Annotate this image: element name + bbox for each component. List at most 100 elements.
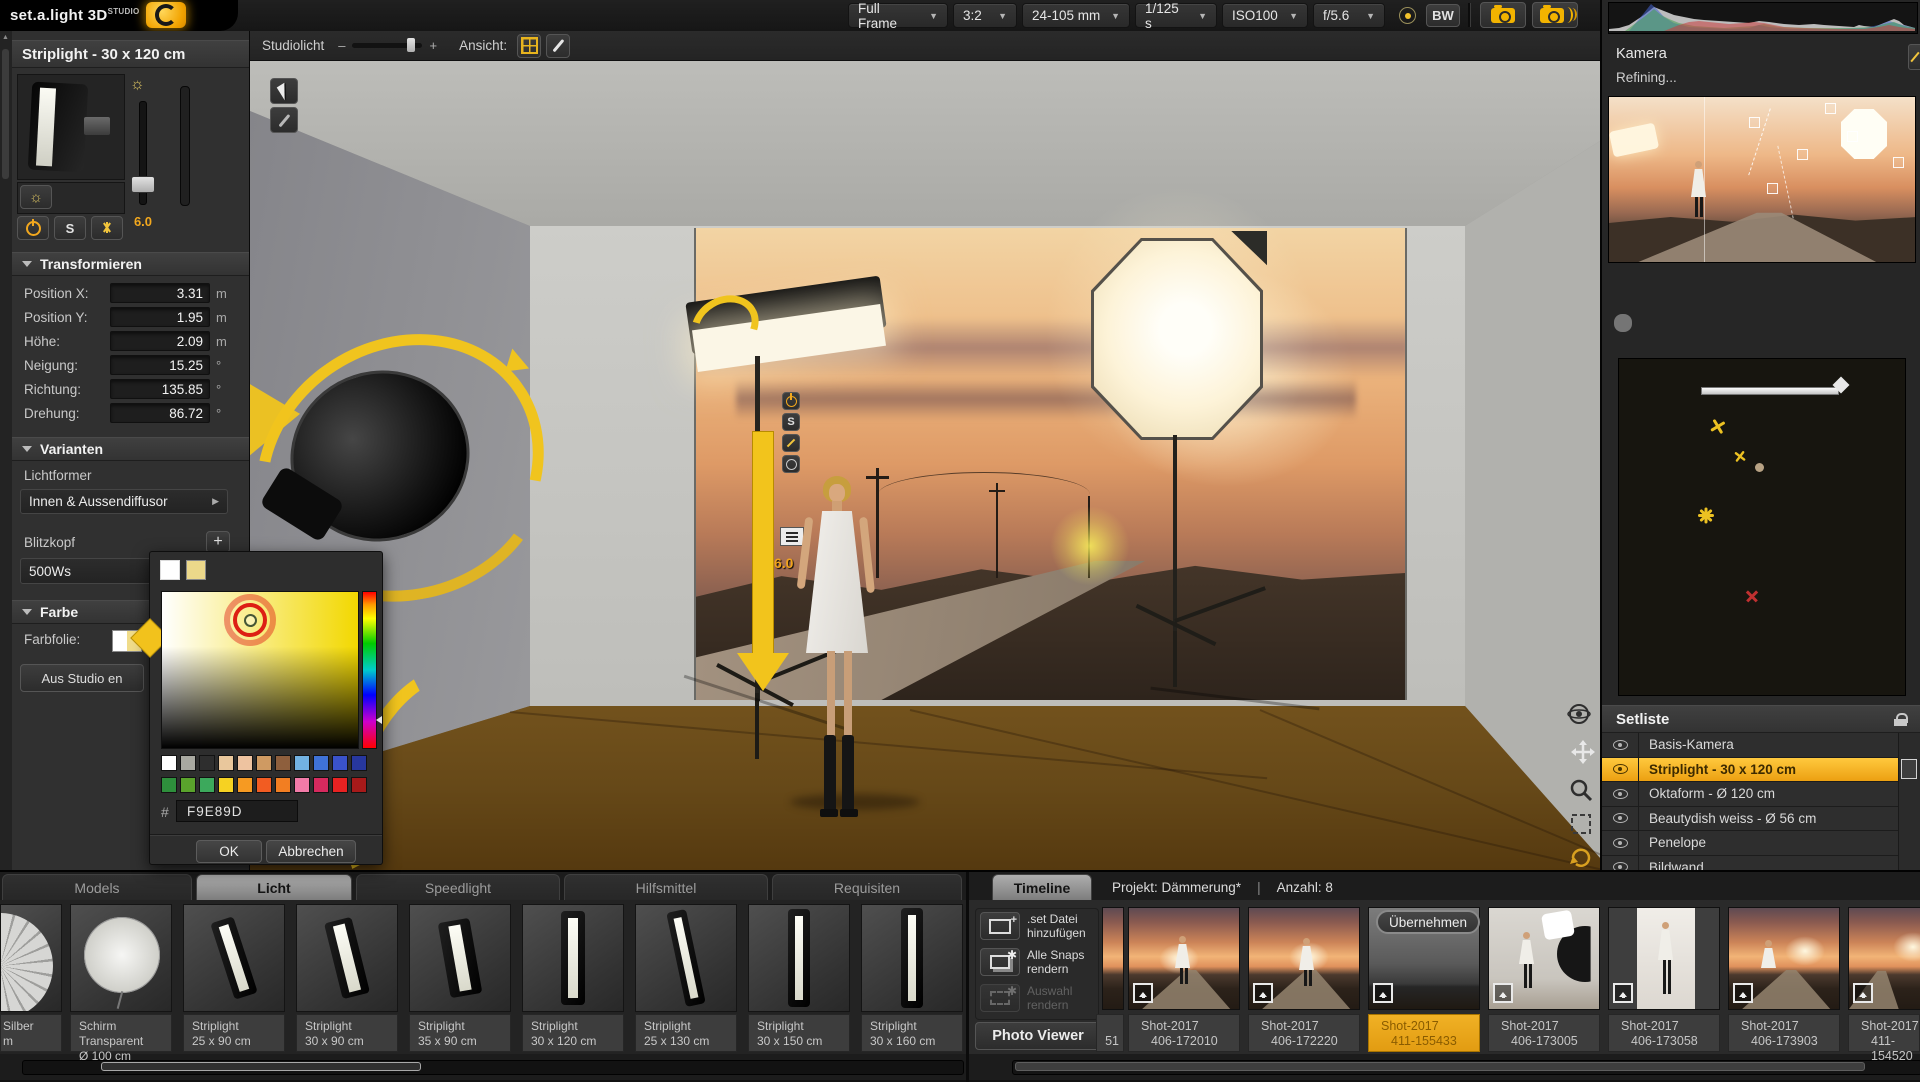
color-swatch[interactable] (218, 777, 234, 793)
pan-hand-icon[interactable] (1614, 314, 1632, 332)
light-item-thumb[interactable] (296, 904, 398, 1012)
setliste-item-penelope[interactable]: Penelope (1602, 831, 1898, 856)
neigung-field[interactable]: 15.25 (110, 355, 210, 375)
hex-input[interactable]: F9E89D (176, 800, 298, 822)
studiolicht-slider[interactable] (351, 38, 422, 52)
export-icon[interactable] (1493, 983, 1513, 1003)
color-swatch[interactable] (180, 755, 196, 771)
new-color-swatch[interactable] (186, 560, 206, 580)
tab-licht[interactable]: Licht (196, 874, 352, 900)
color-swatch[interactable] (237, 755, 253, 771)
light-menu-chip[interactable] (780, 527, 804, 546)
export-icon[interactable] (1733, 983, 1753, 1003)
color-swatch[interactable] (351, 755, 367, 771)
scrollbar-thumb[interactable] (2, 49, 9, 179)
shot-thumb[interactable] (1848, 907, 1920, 1010)
color-swatch[interactable] (275, 777, 291, 793)
visibility-toggle[interactable] (1602, 757, 1639, 781)
secondary-slider-track[interactable] (180, 86, 190, 206)
hue-marker[interactable] (376, 716, 382, 724)
export-icon[interactable] (1133, 983, 1153, 1003)
shot-thumb[interactable] (1488, 907, 1600, 1010)
plan-model-dot[interactable] (1755, 463, 1764, 472)
octabox-light[interactable] (1094, 241, 1260, 437)
sensor-format-dropdown[interactable]: Full Frame ▼ (848, 1, 948, 31)
plan-light-icon[interactable] (1707, 415, 1729, 437)
export-icon[interactable] (1253, 983, 1273, 1003)
tab-speedlight[interactable]: Speedlight (356, 874, 560, 900)
bw-toggle-button[interactable]: BW (1426, 4, 1460, 27)
color-swatch[interactable] (313, 777, 329, 793)
shot-thumb[interactable] (1608, 907, 1720, 1010)
export-icon[interactable] (1853, 983, 1873, 1003)
section-transformieren[interactable]: Transformieren (12, 252, 249, 276)
shot-thumb[interactable] (1128, 907, 1240, 1010)
plan-light-icon[interactable] (1697, 506, 1715, 524)
stand-button[interactable] (91, 216, 123, 240)
color-swatch[interactable] (218, 755, 234, 771)
setliste-item-striplight[interactable]: Striplight - 30 x 120 cm (1602, 757, 1898, 782)
edit-camera-button[interactable] (1908, 44, 1920, 70)
studio-3d-viewport[interactable]: S 6.0 (250, 61, 1600, 870)
visibility-toggle[interactable] (1602, 782, 1639, 806)
light-power-button[interactable] (17, 216, 49, 240)
light-item-thumb[interactable] (70, 904, 172, 1012)
light-power-chip[interactable] (782, 392, 800, 410)
remove-from-studio-button[interactable]: Aus Studio en (20, 664, 144, 692)
shot-thumb[interactable] (1248, 907, 1360, 1010)
color-swatch[interactable] (332, 755, 348, 771)
tab-timeline[interactable]: Timeline (992, 874, 1092, 900)
orbit-view-button[interactable] (1566, 701, 1592, 727)
scroll-up-icon[interactable]: ▲ (2, 34, 9, 41)
color-swatch[interactable] (237, 777, 253, 793)
richtung-field[interactable]: 135.85 (110, 379, 210, 399)
light-item-thumb[interactable] (522, 904, 624, 1012)
selection-handle[interactable] (1749, 117, 1760, 128)
add-flash-head-button[interactable]: + (206, 531, 230, 553)
light-item-thumb[interactable] (748, 904, 850, 1012)
tab-hilfsmittel[interactable]: Hilfsmittel (564, 874, 768, 900)
setliste-item-bildwand[interactable]: Bildwand (1602, 855, 1898, 870)
draw-view-button[interactable] (546, 33, 571, 58)
slider-handle[interactable] (406, 38, 415, 52)
shot-thumb[interactable] (1728, 907, 1840, 1010)
camera-preview[interactable] (1608, 96, 1916, 263)
light-item-thumb[interactable] (409, 904, 511, 1012)
plan-light-icon[interactable] (1732, 448, 1748, 464)
browser-scroll-thumb[interactable] (101, 1062, 421, 1071)
uebernehmen-button[interactable]: Übernehmen (1376, 910, 1480, 934)
current-color-swatch[interactable] (160, 560, 180, 580)
gizmo-arrow-head[interactable] (737, 653, 789, 691)
color-swatch[interactable] (332, 777, 348, 793)
take-photo-button[interactable] (1480, 2, 1526, 28)
shutter-speed-dropdown[interactable]: 1/125 s ▼ (1135, 1, 1217, 31)
plan-camera-icon[interactable] (1745, 589, 1759, 603)
lens-dropdown[interactable]: 24-105 mm ▼ (1022, 3, 1130, 28)
export-icon[interactable] (1613, 983, 1633, 1003)
color-swatch[interactable] (161, 777, 177, 793)
selection-handle[interactable] (1825, 103, 1836, 114)
color-swatch[interactable] (199, 777, 215, 793)
light-target-chip[interactable] (782, 455, 800, 473)
visibility-toggle[interactable] (1602, 806, 1639, 830)
visibility-toggle[interactable] (1602, 855, 1639, 870)
light-item-thumb[interactable] (183, 904, 285, 1012)
color-swatch[interactable] (275, 755, 291, 771)
lichtformer-dropdown[interactable]: Innen & Aussendiffusor ▶ (20, 489, 228, 514)
light-item-thumb[interactable] (635, 904, 737, 1012)
iso-dropdown[interactable]: ISO100 ▼ (1222, 3, 1308, 28)
gizmo-arrow-shaft[interactable] (752, 431, 774, 656)
hoehe-field[interactable]: 2.09 (110, 331, 210, 351)
setliste-item-beautydish[interactable]: Beautydish weiss - Ø 56 cm (1602, 806, 1898, 831)
color-swatch[interactable] (351, 777, 367, 793)
aperture-dropdown[interactable]: f/5.6 ▼ (1313, 3, 1385, 28)
timeline-scroll-thumb[interactable] (1015, 1062, 1865, 1071)
slider-plus[interactable]: + (430, 38, 438, 53)
pan-view-button[interactable] (1570, 739, 1596, 765)
color-cursor[interactable] (244, 614, 257, 627)
setliste-scroll-thumb[interactable] (1901, 759, 1917, 779)
selection-handle[interactable] (1797, 149, 1808, 160)
select-tool-button[interactable] (270, 78, 298, 104)
position-x-field[interactable]: 3.31 (110, 283, 210, 303)
position-y-field[interactable]: 1.95 (110, 307, 210, 327)
